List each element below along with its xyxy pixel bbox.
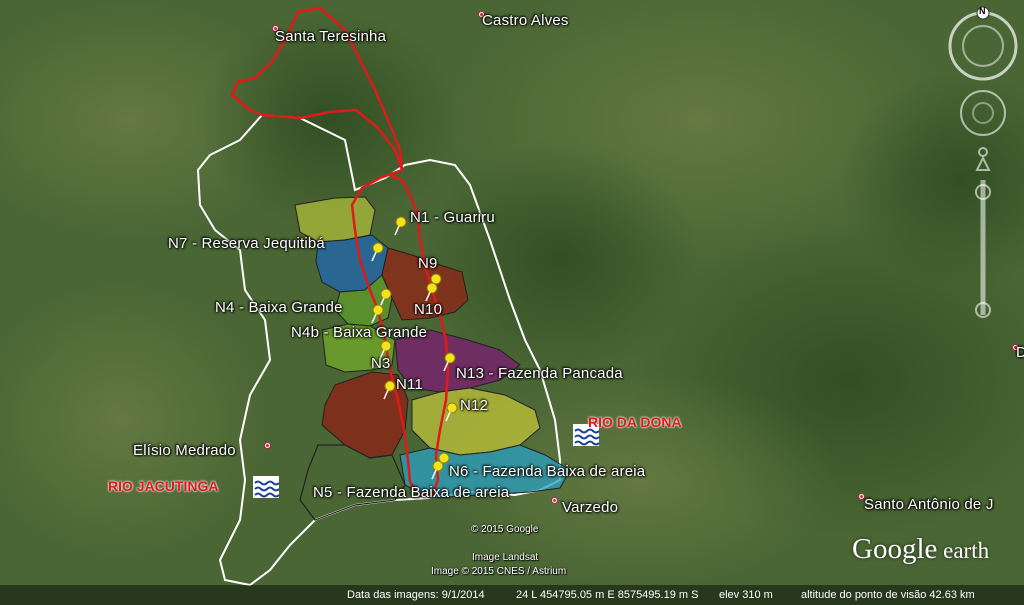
- copyright-landsat: Image Landsat: [472, 552, 539, 563]
- compass-control[interactable]: [948, 6, 1018, 81]
- node-label-n9[interactable]: N9: [418, 255, 438, 272]
- place-label-santo-antonio[interactable]: Santo Antônio de J: [864, 496, 994, 513]
- pushpin-icon[interactable]: [425, 282, 438, 302]
- node-label-n1[interactable]: N1 - Guariru: [410, 209, 495, 226]
- pushpin-icon[interactable]: [379, 288, 392, 308]
- look-control[interactable]: [960, 90, 1006, 136]
- place-label-castro-alves[interactable]: Castro Alves: [482, 12, 569, 29]
- place-marker-icon[interactable]: [551, 497, 558, 504]
- river-icon[interactable]: [253, 476, 280, 498]
- place-marker-icon[interactable]: [264, 442, 271, 449]
- node-label-n7[interactable]: N7 - Reserva Jequitibá: [168, 235, 325, 252]
- pushpin-icon[interactable]: [371, 242, 384, 262]
- place-label-edge[interactable]: D: [1016, 344, 1024, 361]
- street-view-icon[interactable]: [975, 147, 991, 171]
- node-label-n3[interactable]: N3: [371, 355, 391, 372]
- copyright-google: © 2015 Google: [471, 524, 539, 535]
- node-label-n4b[interactable]: N4b - Baixa Grande: [291, 324, 427, 341]
- place-label-santa-teresinha[interactable]: Santa Teresinha: [275, 28, 386, 45]
- cursor-coordinates: 24 L 454795.05 m E 8575495.19 m S: [516, 589, 699, 601]
- imagery-date: Data das imagens: 9/1/2014: [347, 589, 485, 601]
- elevation-readout: elev 310 m: [719, 589, 773, 601]
- eye-altitude-readout: altitude do ponto de visão 42.63 km: [801, 589, 975, 601]
- river-label-dona[interactable]: RIO DA DONA: [588, 414, 682, 430]
- pushpin-icon[interactable]: [371, 304, 384, 324]
- pins-layer: [253, 6, 1018, 498]
- google-earth-logo: Google earth: [852, 533, 990, 565]
- river-label-jacutinga[interactable]: RIO JACUTINGA: [108, 478, 218, 494]
- node-label-n4[interactable]: N4 - Baixa Grande: [215, 299, 343, 316]
- place-label-varzedo[interactable]: Varzedo: [562, 499, 618, 516]
- map-view[interactable]: N Santa Teresinha Castro Alves Elísio Me…: [0, 0, 1024, 605]
- node-label-n11[interactable]: N11: [396, 376, 423, 393]
- place-label-elisio-medrado[interactable]: Elísio Medrado: [133, 442, 236, 459]
- zoom-slider[interactable]: [975, 180, 991, 318]
- node-label-n6[interactable]: N6 - Fazenda Baixa de areia: [449, 463, 645, 480]
- pushpin-icon[interactable]: [383, 380, 396, 400]
- node-label-n5[interactable]: N5 - Fazenda Baixa de areia: [313, 484, 509, 501]
- pushpin-icon[interactable]: [445, 402, 458, 422]
- compass-north-letter: N: [979, 6, 986, 16]
- copyright-cnes: Image © 2015 CNES / Astrium: [431, 566, 567, 577]
- pushpin-icon[interactable]: [394, 216, 407, 236]
- node-label-n10[interactable]: N10: [414, 301, 442, 318]
- pushpin-icon[interactable]: [443, 352, 456, 372]
- pushpin-icon[interactable]: [431, 460, 444, 480]
- node-label-n13[interactable]: N13 - Fazenda Pancada: [456, 365, 623, 382]
- node-label-n12[interactable]: N12: [460, 397, 488, 414]
